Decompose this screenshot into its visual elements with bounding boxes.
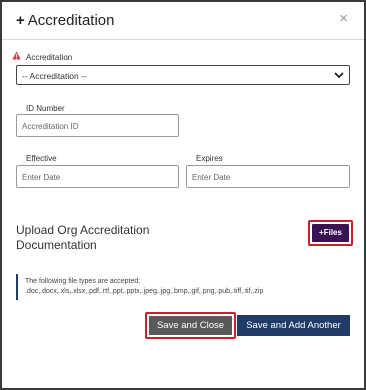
id-number-label: ID Number bbox=[26, 104, 65, 113]
accreditation-label: Accreditation bbox=[26, 53, 73, 62]
plus-icon: + bbox=[16, 12, 25, 29]
dialog-header: + Accreditation × bbox=[2, 2, 364, 40]
expires-date-input[interactable]: Enter Date bbox=[186, 165, 350, 188]
effective-date-placeholder: Enter Date bbox=[22, 173, 61, 182]
file-types-info: The following file types are accepted: .… bbox=[16, 274, 264, 300]
dialog-title-text: Accreditation bbox=[27, 12, 115, 29]
files-button-highlight: +Files bbox=[308, 220, 353, 246]
save-and-add-another-button[interactable]: Save and Add Another bbox=[237, 315, 350, 336]
add-files-button[interactable]: +Files bbox=[312, 224, 349, 242]
file-types-intro: The following file types are accepted: bbox=[25, 278, 141, 285]
accreditation-select-value: -- Accreditation -- bbox=[22, 71, 87, 81]
effective-label: Effective bbox=[26, 154, 57, 163]
dialog-title: + Accreditation bbox=[16, 12, 114, 29]
accreditation-select[interactable]: -- Accreditation -- bbox=[16, 65, 350, 85]
expires-label: Expires bbox=[196, 154, 223, 163]
warning-icon bbox=[12, 51, 21, 60]
save-and-close-button[interactable]: Save and Close bbox=[149, 316, 232, 335]
id-number-placeholder: Accreditation ID bbox=[22, 122, 79, 131]
effective-date-input[interactable]: Enter Date bbox=[16, 165, 179, 188]
close-icon[interactable]: × bbox=[339, 11, 348, 26]
expires-date-placeholder: Enter Date bbox=[192, 173, 231, 182]
chevron-down-icon bbox=[334, 72, 344, 79]
id-number-input[interactable]: Accreditation ID bbox=[16, 114, 179, 137]
file-types-list: .doc,.docx,.xls,.xlsx,.pdf,.rtf,.ppt,.pp… bbox=[25, 288, 264, 295]
save-close-highlight: Save and Close bbox=[145, 312, 236, 339]
accreditation-dialog: + Accreditation × Accreditation -- Accred… bbox=[0, 0, 366, 390]
upload-title: Upload Org Accreditation Documentation bbox=[16, 223, 150, 252]
